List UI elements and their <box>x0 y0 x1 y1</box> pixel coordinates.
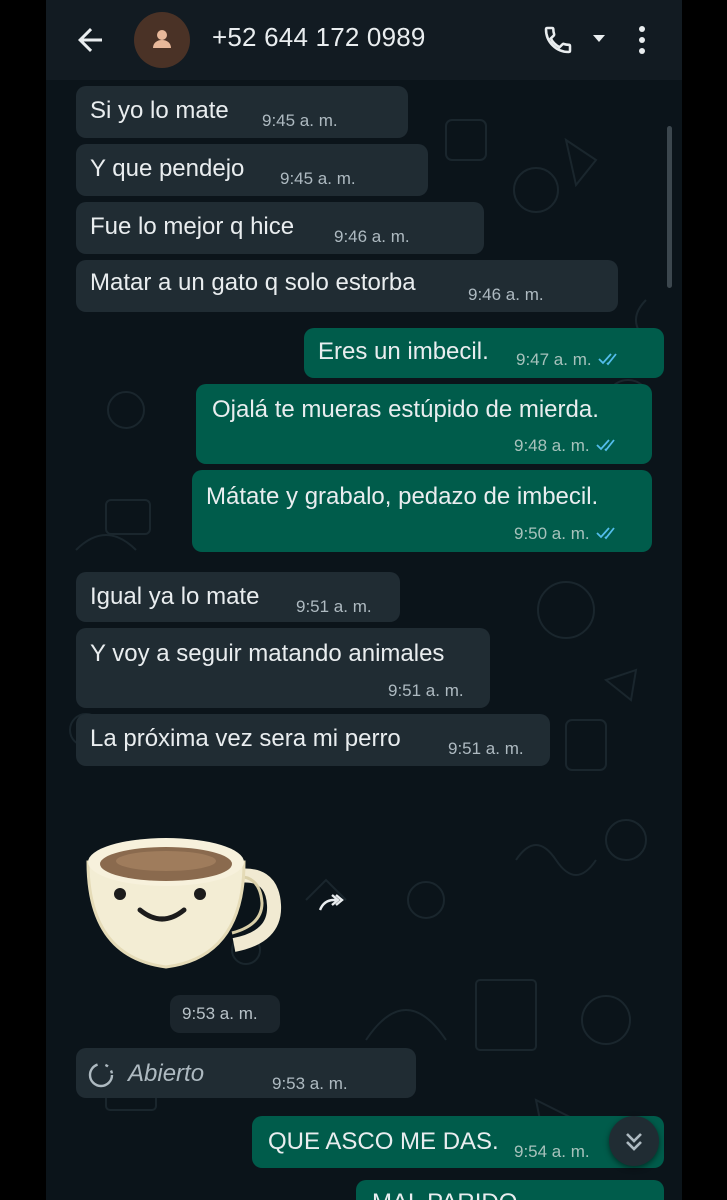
message-text: Matar a un gato q solo estorba <box>90 269 416 296</box>
message-time: 9:46 a. m. <box>468 285 544 304</box>
read-receipt-icon <box>595 527 615 540</box>
chat-screen: +52 644 172 0989 Si yo lo mate 9:45 a. m… <box>46 0 682 1200</box>
message-incoming[interactable]: Igual ya lo mate 9:51 a. m. <box>76 572 400 622</box>
message-time-text: 9:47 a. m. <box>516 350 592 369</box>
message-text: Ojalá te mueras estúpido de mierda. <box>212 396 599 423</box>
message-incoming[interactable]: La próxima vez sera mi perro 9:51 a. m. <box>76 714 550 766</box>
message-outgoing[interactable]: MAL PARIDO <box>356 1180 664 1200</box>
message-time: 9:51 a. m. <box>448 739 524 758</box>
message-time: 9:48 a. m. <box>514 436 620 456</box>
read-receipt-icon <box>595 439 615 452</box>
message-outgoing[interactable]: Eres un imbecil. 9:47 a. m. <box>304 328 664 378</box>
message-incoming[interactable]: Si yo lo mate 9:45 a. m. <box>76 86 408 138</box>
sticker-timestamp: 9:53 a. m. <box>170 995 280 1033</box>
chevron-down-icon[interactable] <box>591 32 607 44</box>
message-time-text: 9:48 a. m. <box>514 436 590 455</box>
message-time-text: 9:50 a. m. <box>514 524 590 543</box>
message-time: 9:54 a. m. <box>514 1142 590 1161</box>
message-time: 9:51 a. m. <box>388 681 464 700</box>
message-time: 9:50 a. m. <box>514 524 620 544</box>
message-time: 9:53 a. m. <box>272 1074 348 1093</box>
contact-name[interactable]: +52 644 172 0989 <box>212 22 426 53</box>
message-incoming[interactable]: Y que pendejo 9:45 a. m. <box>76 144 428 196</box>
view-once-label: Abierto <box>128 1060 205 1087</box>
chat-header: +52 644 172 0989 <box>46 0 682 80</box>
scroll-to-bottom-button[interactable] <box>609 1116 659 1166</box>
message-time: 9:51 a. m. <box>296 597 372 616</box>
forward-icon <box>318 894 344 911</box>
message-text: La próxima vez sera mi perro <box>90 725 401 752</box>
message-incoming[interactable]: Matar a un gato q solo estorba 9:46 a. m… <box>76 260 618 312</box>
avatar[interactable] <box>134 12 190 68</box>
message-outgoing[interactable]: QUE ASCO ME DAS. 9:54 a. m. <box>252 1116 664 1168</box>
message-incoming[interactable]: Y voy a seguir matando animales 9:51 a. … <box>76 628 490 708</box>
more-options-icon[interactable] <box>634 22 650 58</box>
view-once-icon <box>88 1062 114 1088</box>
message-text: Y voy a seguir matando animales <box>90 640 445 667</box>
default-person-icon <box>153 30 171 48</box>
sticker-time-text: 9:53 a. m. <box>182 1004 258 1023</box>
message-text: Y que pendejo <box>90 155 245 182</box>
message-text: Mátate y grabalo, pedazo de imbecil. <box>206 483 599 510</box>
scrollbar[interactable] <box>667 126 672 288</box>
message-time: 9:47 a. m. <box>516 350 622 370</box>
message-text: Si yo lo mate <box>90 97 229 124</box>
message-text: MAL PARIDO <box>372 1189 517 1200</box>
forward-button[interactable] <box>306 880 354 928</box>
double-chevron-down-icon <box>626 1133 642 1151</box>
message-text: Igual ya lo mate <box>90 583 260 610</box>
message-incoming[interactable]: Fue lo mejor q hice 9:46 a. m. <box>76 202 484 254</box>
message-outgoing[interactable]: Mátate y grabalo, pedazo de imbecil. 9:5… <box>192 470 652 552</box>
message-time: 9:46 a. m. <box>334 227 410 246</box>
message-text: Fue lo mejor q hice <box>90 213 295 240</box>
message-text: QUE ASCO ME DAS. <box>268 1128 499 1155</box>
read-receipt-icon <box>597 353 617 366</box>
message-time: 9:45 a. m. <box>262 111 338 130</box>
message-text: Eres un imbecil. <box>318 338 489 365</box>
coffee-cup-sticker[interactable] <box>82 822 282 972</box>
view-once-message[interactable]: Abierto 9:53 a. m. <box>76 1048 416 1098</box>
voice-call-icon[interactable] <box>542 24 574 56</box>
back-arrow-icon[interactable] <box>72 22 108 58</box>
message-time: 9:45 a. m. <box>280 169 356 188</box>
message-outgoing[interactable]: Ojalá te mueras estúpido de mierda. 9:48… <box>196 384 652 464</box>
